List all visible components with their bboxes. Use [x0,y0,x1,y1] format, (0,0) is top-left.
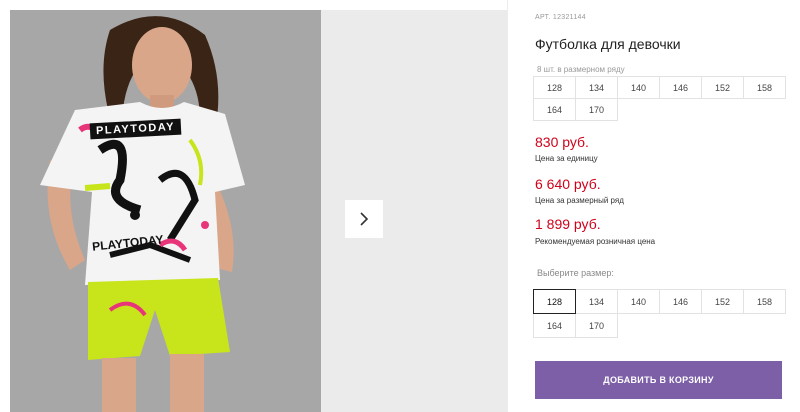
size-option[interactable]: 158 [743,289,786,314]
size-selector: 128 134 140 146 152 158 164 170 [533,289,786,338]
product-title: Футболка для девочки [535,36,681,52]
size-option[interactable]: 164 [533,313,576,338]
product-article: АРТ. 12321144 [535,14,586,21]
product-photo-illustration [40,16,245,412]
size-range-cell: 128 [533,76,576,99]
size-range-grid: 128 134 140 146 152 158 164 170 [533,76,786,121]
size-range-cell: 134 [575,76,618,99]
size-option[interactable]: 170 [575,313,618,338]
size-range-cell: 158 [743,76,786,99]
price-per-unit: 830 руб. [535,134,589,150]
size-option[interactable]: 146 [659,289,702,314]
sizes-in-range-note: 8 шт. в размерном ряду [537,65,625,74]
price-per-size-range: 6 640 руб. [535,176,601,192]
size-range-cell: 152 [701,76,744,99]
size-option[interactable]: 152 [701,289,744,314]
size-range-cell: 140 [617,76,660,99]
recommended-retail-price-label: Рекомендуемая розничная цена [535,237,656,246]
recommended-retail-price: 1 899 руб. [535,216,601,232]
size-option[interactable]: 140 [617,289,660,314]
chevron-right-icon [360,212,369,226]
product-photo[interactable]: PLAYTODAY PLAYTODAY [10,10,321,412]
size-option[interactable]: 134 [575,289,618,314]
panel-divider [507,0,508,412]
next-photo-button[interactable] [345,200,383,238]
size-range-cell: 170 [575,98,618,121]
size-range-cell: 146 [659,76,702,99]
price-per-size-range-label: Цена за размерный ряд [535,196,624,205]
choose-size-label: Выберите размер: [537,268,614,278]
size-option-selected[interactable]: 128 [533,289,576,314]
price-per-unit-label: Цена за единицу [535,154,598,163]
add-to-cart-button[interactable]: Добавить в корзину [535,361,782,399]
size-range-cell: 164 [533,98,576,121]
